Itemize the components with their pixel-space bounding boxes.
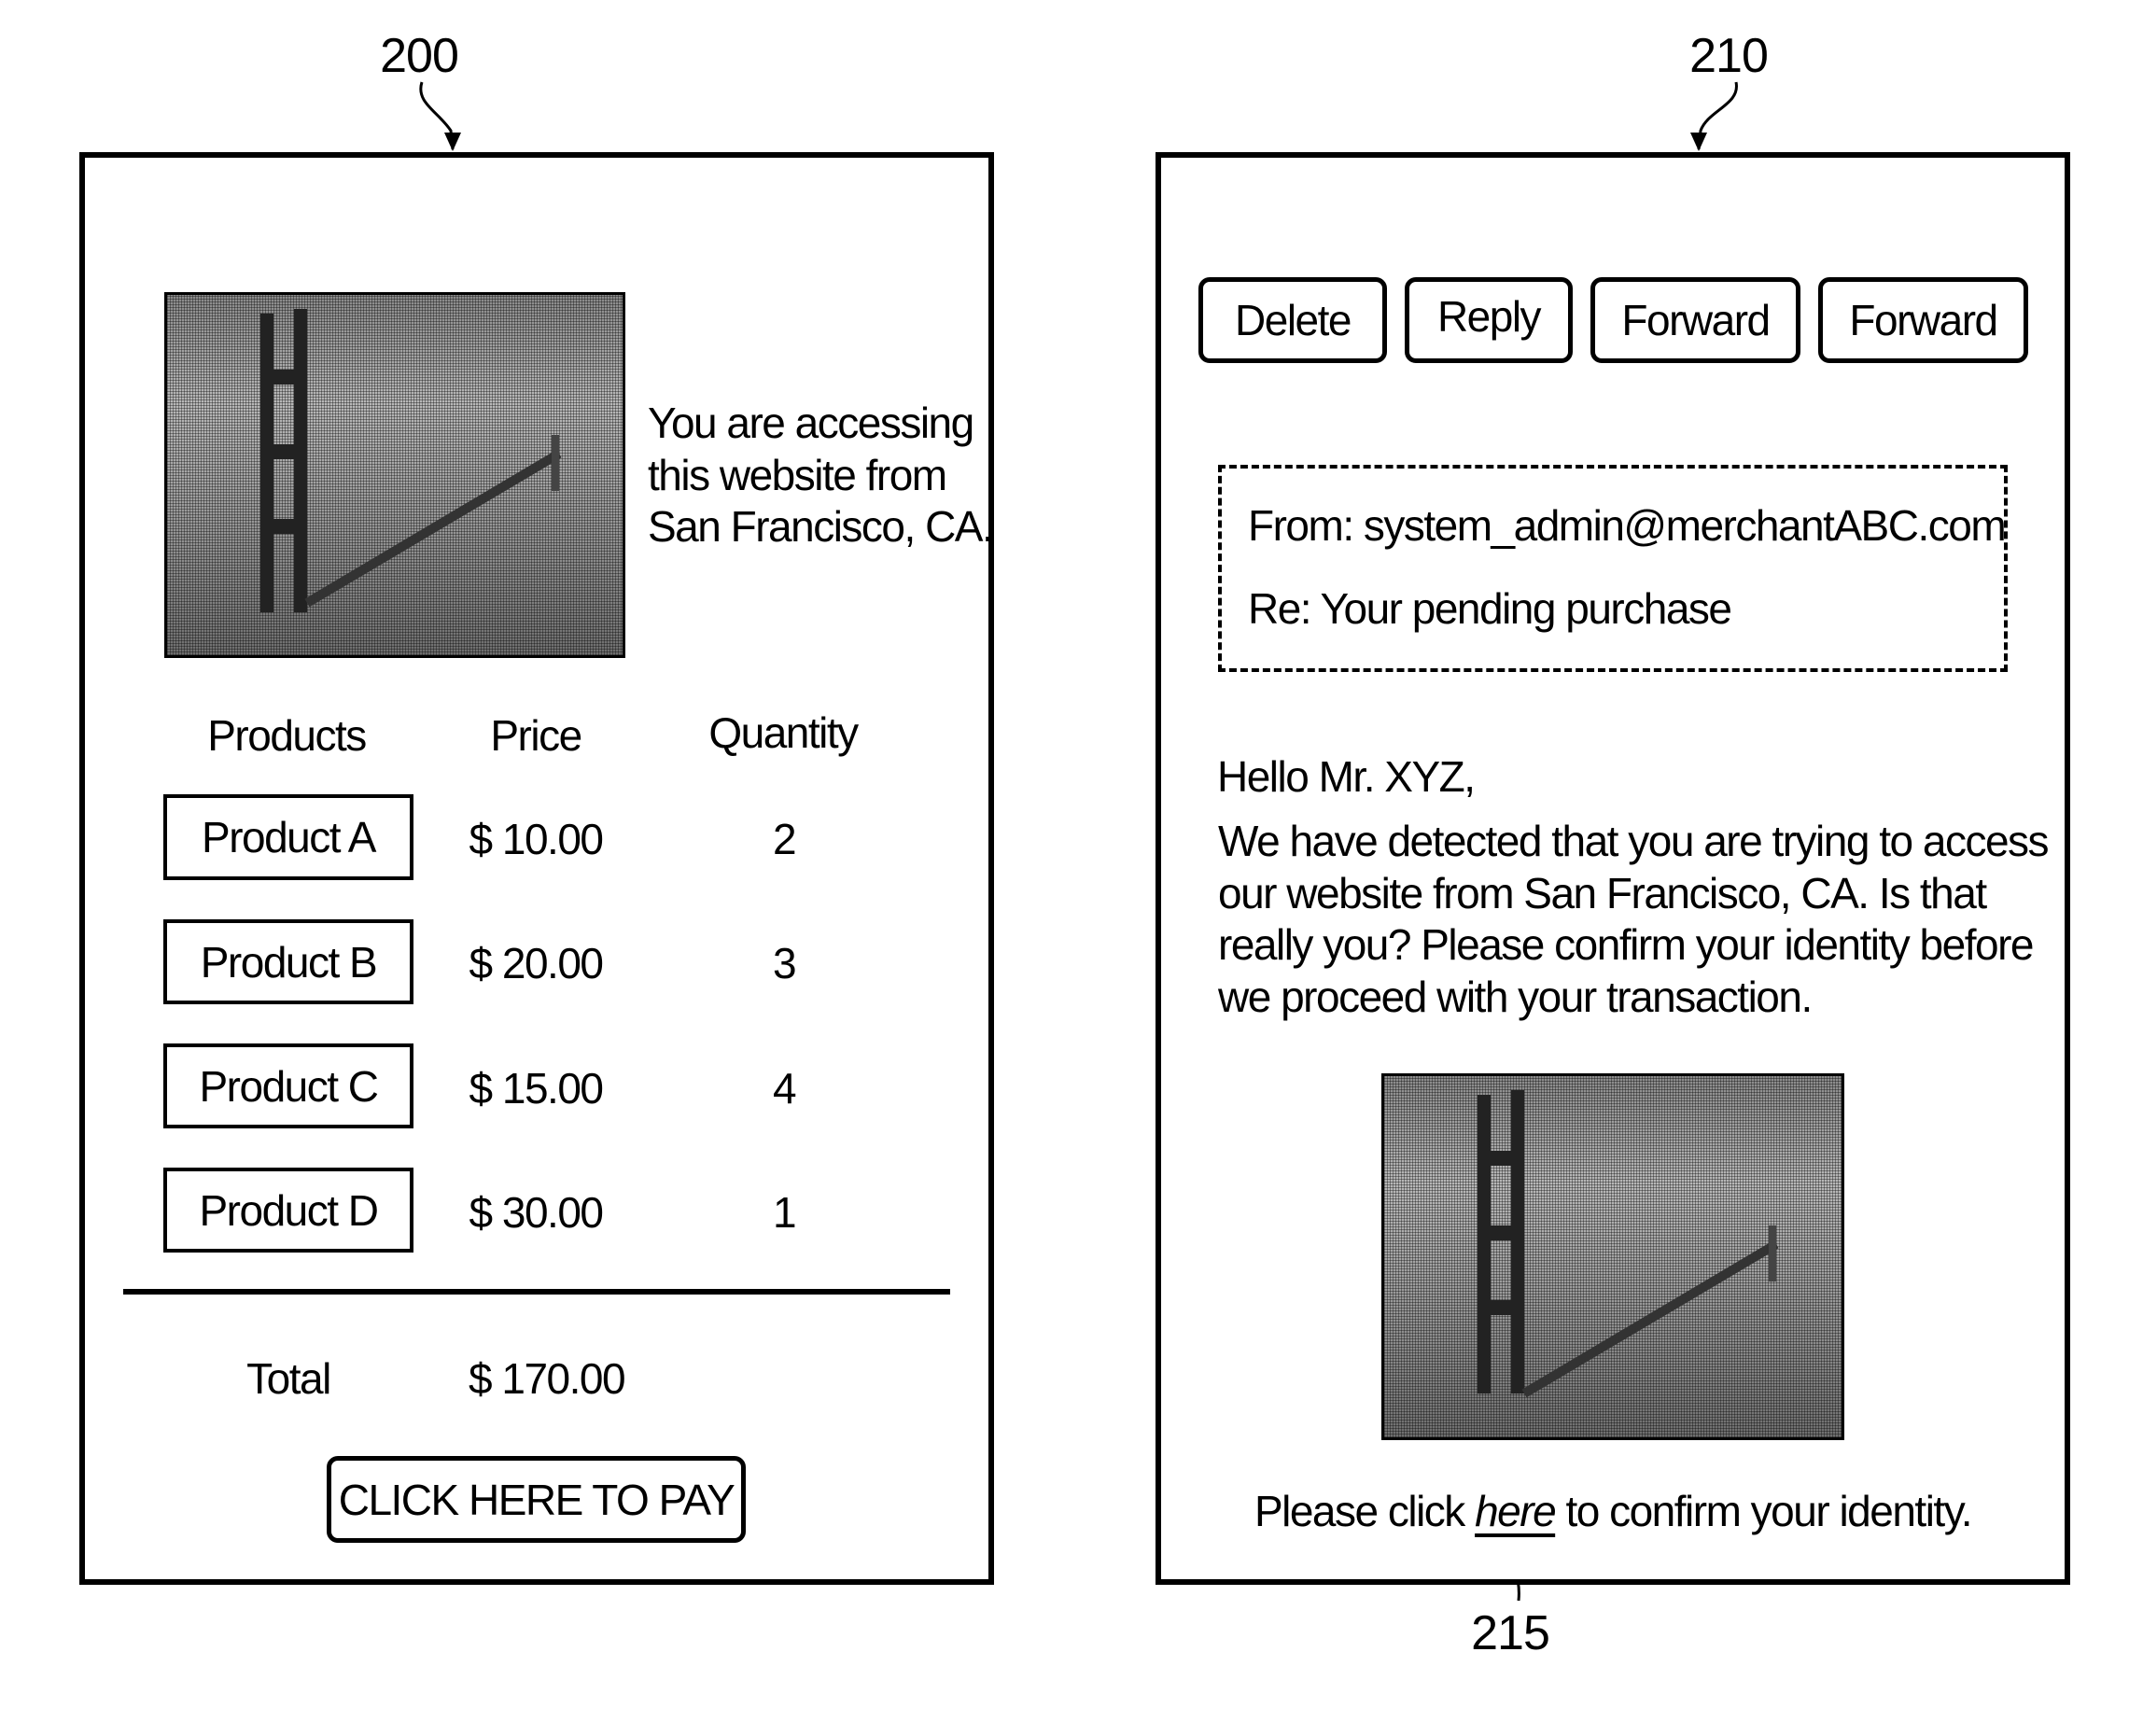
product-d-button[interactable]: Product D xyxy=(163,1168,413,1253)
price-cell: $ 10.00 xyxy=(469,815,604,863)
forward-label: Forward xyxy=(1621,296,1771,344)
total-label: Total xyxy=(246,1354,331,1403)
forward-button-2[interactable]: Forward xyxy=(1818,277,2028,363)
header-products: Products xyxy=(207,711,367,760)
quantity-cell: 1 xyxy=(772,1188,797,1237)
delete-label: Delete xyxy=(1235,296,1352,344)
price-cell: $ 30.00 xyxy=(469,1188,604,1237)
product-name: Product C xyxy=(199,1061,379,1111)
email-body-line-3: really you? Please confirm your identity… xyxy=(1218,920,2034,969)
bridge-icon xyxy=(260,309,562,612)
reply-label: Reply xyxy=(1436,292,1542,341)
product-name: Product A xyxy=(202,813,376,861)
delete-button[interactable]: Delete xyxy=(1198,277,1387,363)
email-body-line-2: our website from San Francisco, CA. Is t… xyxy=(1218,869,1987,917)
ref-label-200: 200 xyxy=(380,29,459,83)
quantity-cell: 4 xyxy=(772,1064,797,1113)
forward-button[interactable]: Forward xyxy=(1590,277,1800,363)
confirm-identity-link[interactable]: here xyxy=(1475,1487,1557,1535)
email-from: From: system_admin@merchantABC.com xyxy=(1248,501,2007,550)
email-body-line-4: we proceed with your transaction. xyxy=(1218,973,1813,1021)
product-b-button[interactable]: Product B xyxy=(163,919,413,1004)
product-name: Product D xyxy=(199,1185,379,1235)
total-value: $ 170.00 xyxy=(469,1354,626,1403)
pay-button-label: CLICK HERE TO PAY xyxy=(338,1475,735,1524)
product-name: Product B xyxy=(200,937,378,987)
price-cell: $ 15.00 xyxy=(469,1064,604,1113)
header-quantity: Quantity xyxy=(708,708,859,757)
ref-label-215: 215 xyxy=(1471,1606,1550,1660)
pay-button[interactable]: CLICK HERE TO PAY xyxy=(327,1456,746,1543)
email-body-line-1: We have detected that you are trying to … xyxy=(1218,817,2050,865)
ref-label-210: 210 xyxy=(1689,29,1769,83)
email-header-box xyxy=(1218,465,2008,672)
quantity-cell: 3 xyxy=(772,939,797,987)
confirm-suffix: to confirm your identity. xyxy=(1555,1487,1972,1535)
confirm-message: Please click here to confirm your identi… xyxy=(1254,1487,1973,1535)
bridge-icon xyxy=(1478,1090,1779,1398)
product-c-button[interactable]: Product C xyxy=(163,1043,413,1128)
location-message-line-3: San Francisco, CA. xyxy=(648,502,994,551)
email-subject: Re: Your pending purchase xyxy=(1248,584,1732,633)
location-message-line-1: You are accessing xyxy=(648,399,974,447)
location-message-line-2: this website from xyxy=(648,451,947,499)
quantity-cell: 2 xyxy=(772,815,797,863)
reply-button[interactable]: Reply xyxy=(1405,277,1573,363)
total-divider xyxy=(123,1289,950,1295)
price-cell: $ 20.00 xyxy=(469,939,604,987)
location-image xyxy=(164,292,625,658)
email-greeting: Hello Mr. XYZ, xyxy=(1217,752,1476,801)
forward-label: Forward xyxy=(1849,296,1998,344)
confirm-prefix: Please click xyxy=(1254,1487,1476,1535)
email-location-image xyxy=(1381,1073,1844,1440)
product-a-button[interactable]: Product A xyxy=(163,794,413,880)
header-price: Price xyxy=(490,711,582,760)
